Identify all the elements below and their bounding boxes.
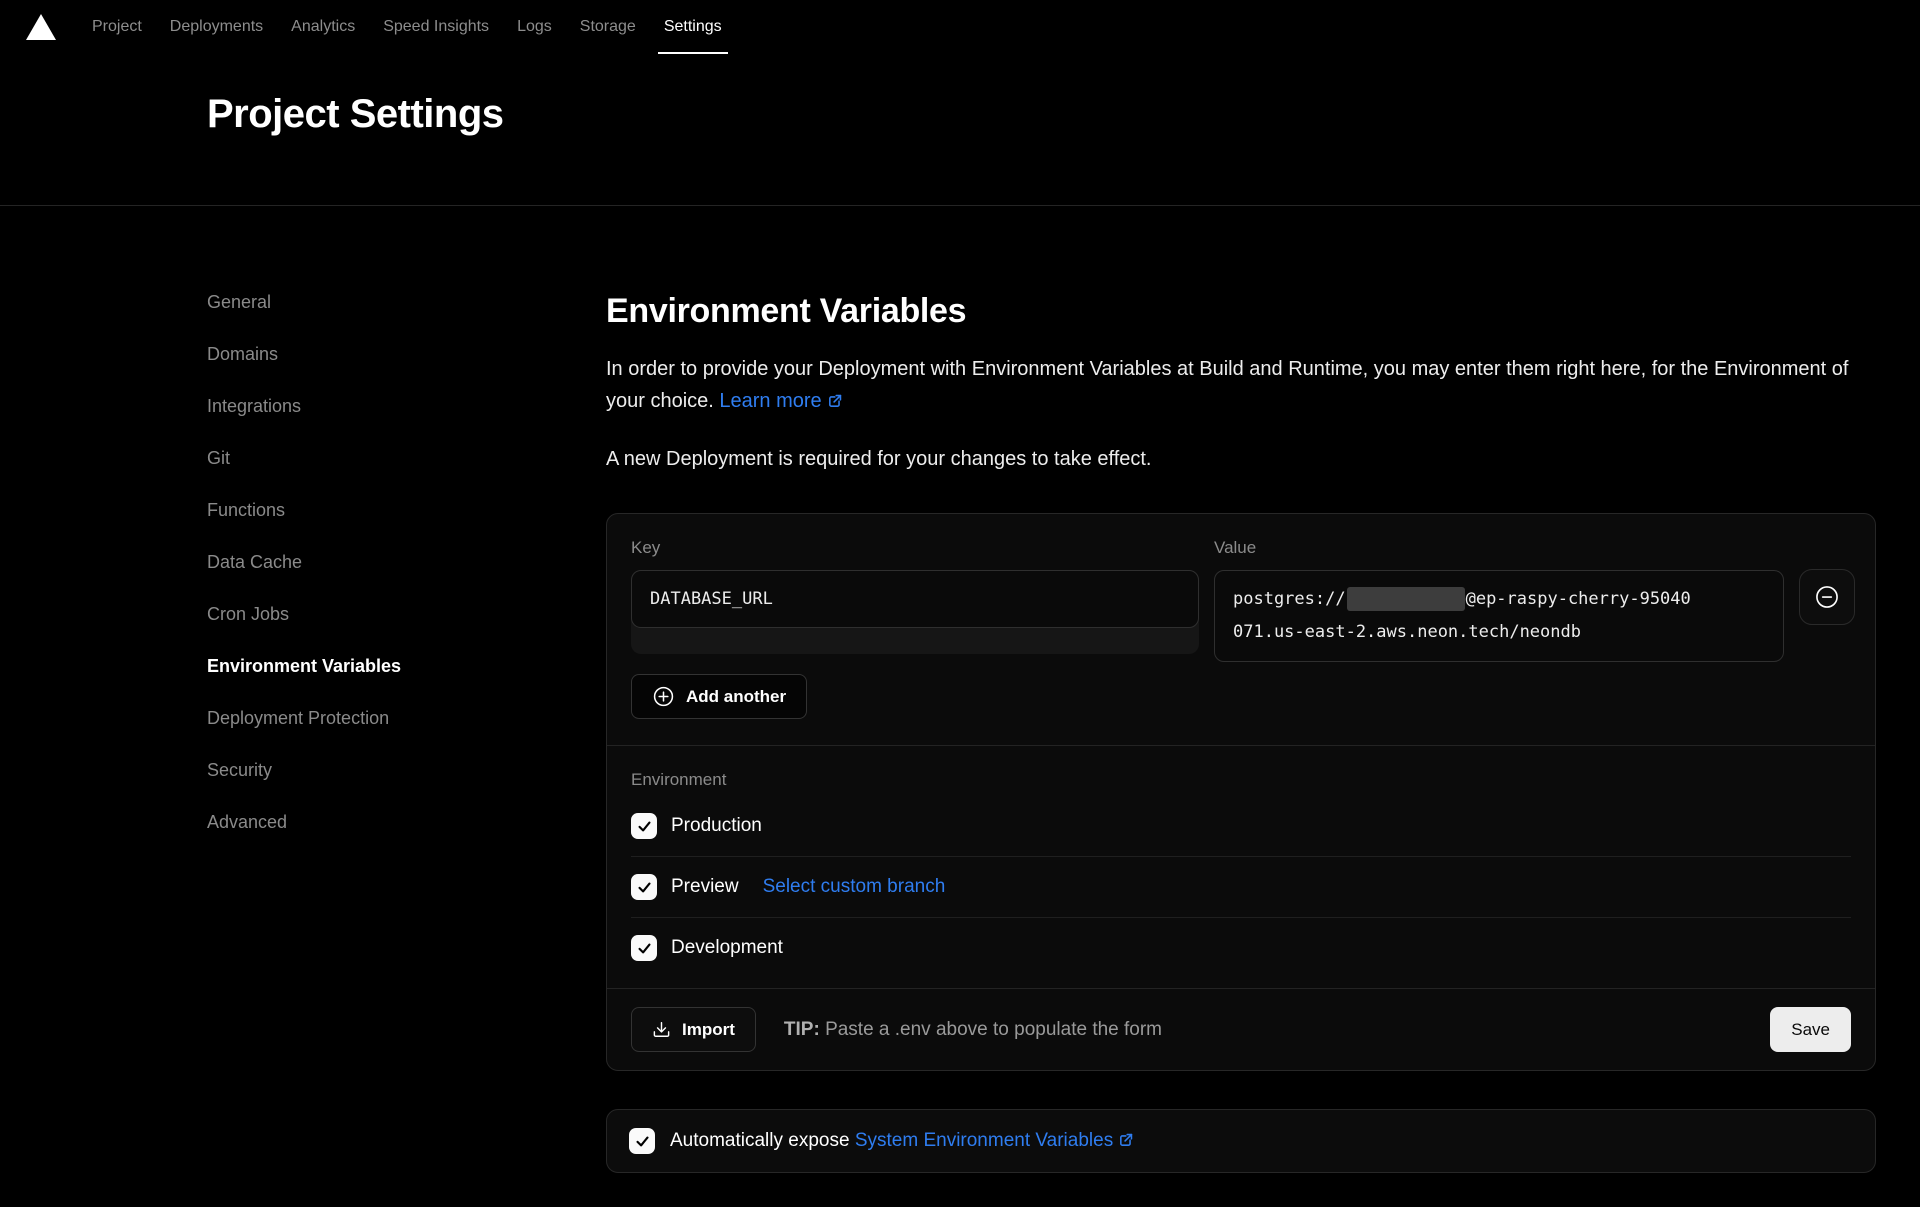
expose-label: Automatically expose [670, 1130, 850, 1151]
select-custom-branch-link[interactable]: Select custom branch [763, 876, 946, 898]
deployment-note: A new Deployment is required for your ch… [606, 448, 1876, 471]
sidebar-item-functions[interactable]: Functions [207, 500, 285, 521]
triangle-logo-icon [26, 14, 56, 40]
system-env-variables-link[interactable]: System Environment Variables [855, 1130, 1135, 1151]
nav-tab-project[interactable]: Project [78, 0, 156, 54]
checkbox-preview[interactable] [631, 874, 657, 900]
sidebar-item-cron-jobs[interactable]: Cron Jobs [207, 604, 289, 625]
circle-minus-icon [1814, 584, 1840, 610]
external-link-icon [1118, 1131, 1135, 1148]
checkmark-icon [634, 1133, 651, 1150]
remove-variable-button[interactable] [1799, 569, 1855, 625]
sidebar-item-environment-variables[interactable]: Environment Variables [207, 656, 401, 677]
external-link-icon [827, 392, 844, 409]
sidebar-item-integrations[interactable]: Integrations [207, 396, 301, 417]
checkmark-icon [636, 818, 653, 835]
environment-section: Environment Production Preview Select cu… [607, 746, 1875, 988]
redacted-secret [1347, 587, 1465, 611]
auto-expose-text: Automatically expose System Environment … [670, 1130, 1135, 1152]
sidebar-item-data-cache[interactable]: Data Cache [207, 552, 302, 573]
checkbox-production[interactable] [631, 813, 657, 839]
checkmark-icon [636, 879, 653, 896]
nav-tab-logs[interactable]: Logs [503, 0, 566, 54]
key-field-stack [631, 570, 1199, 654]
value-prefix: postgres:// [1233, 589, 1346, 609]
import-button[interactable]: Import [631, 1007, 756, 1052]
env-key-input[interactable] [631, 570, 1199, 628]
settings-sidebar: General Domains Integrations Git Functio… [207, 292, 606, 1173]
environment-label: Environment [631, 770, 1851, 790]
card-footer: Import TIP: Paste a .env above to popula… [607, 989, 1875, 1070]
section-heading: Environment Variables [606, 292, 1876, 331]
environment-variables-section: Environment Variables In order to provid… [606, 292, 1876, 1173]
nav-tab-speed-insights[interactable]: Speed Insights [369, 0, 503, 54]
import-label: Import [682, 1020, 735, 1040]
circle-plus-icon [652, 685, 675, 708]
section-description: In order to provide your Deployment with… [606, 353, 1876, 417]
value-line-1: postgres:// @ep-raspy-cherry-95040 [1233, 583, 1765, 616]
learn-more-label: Learn more [719, 390, 821, 412]
import-tip: TIP: Paste a .env above to populate the … [784, 1019, 1162, 1041]
add-another-label: Add another [686, 687, 786, 707]
download-icon [652, 1020, 671, 1039]
nav-tab-analytics[interactable]: Analytics [277, 0, 369, 54]
sidebar-item-deployment-protection[interactable]: Deployment Protection [207, 708, 389, 729]
nav-tab-storage[interactable]: Storage [566, 0, 650, 54]
key-label: Key [631, 538, 1199, 558]
system-env-card: Automatically expose System Environment … [606, 1109, 1876, 1173]
env-value-textarea[interactable]: postgres:// @ep-raspy-cherry-95040 071.us… [1214, 570, 1784, 662]
sidebar-item-domains[interactable]: Domains [207, 344, 278, 365]
sidebar-item-git[interactable]: Git [207, 448, 230, 469]
learn-more-link[interactable]: Learn more [719, 390, 843, 412]
key-value-section: Key Value postgres:// @ep-raspy-cherry-95… [607, 514, 1875, 745]
env-name-production: Production [671, 815, 762, 837]
sidebar-item-security[interactable]: Security [207, 760, 272, 781]
env-name-development: Development [671, 937, 783, 959]
nav-tab-settings[interactable]: Settings [650, 0, 736, 54]
env-variables-card: Key Value postgres:// @ep-raspy-cherry-95… [606, 513, 1876, 1071]
checkmark-icon [636, 940, 653, 957]
save-button[interactable]: Save [1770, 1007, 1851, 1052]
vercel-logo[interactable] [26, 0, 56, 54]
nav-tab-deployments[interactable]: Deployments [156, 0, 277, 54]
system-env-link-label: System Environment Variables [855, 1130, 1113, 1151]
content-area: General Domains Integrations Git Functio… [0, 206, 1920, 1173]
checkbox-auto-expose[interactable] [629, 1128, 655, 1154]
tip-text: Paste a .env above to populate the form [825, 1019, 1162, 1040]
env-row-preview: Preview Select custom branch [631, 857, 1851, 917]
top-navigation: Project Deployments Analytics Speed Insi… [0, 0, 1920, 54]
value-line-2: 071.us-east-2.aws.neon.tech/neondb [1233, 616, 1765, 649]
checkbox-development[interactable] [631, 935, 657, 961]
env-row-production: Production [631, 796, 1851, 856]
value-host-part1: @ep-raspy-cherry-95040 [1466, 589, 1691, 609]
sidebar-item-advanced[interactable]: Advanced [207, 812, 287, 833]
env-row-development: Development [631, 918, 1851, 978]
value-label: Value [1214, 538, 1784, 558]
tip-prefix: TIP: [784, 1019, 820, 1040]
add-another-button[interactable]: Add another [631, 674, 807, 719]
sidebar-item-general[interactable]: General [207, 292, 271, 313]
page-title: Project Settings [207, 92, 1920, 137]
env-name-preview: Preview [671, 876, 739, 898]
page-header: Project Settings [0, 54, 1920, 206]
